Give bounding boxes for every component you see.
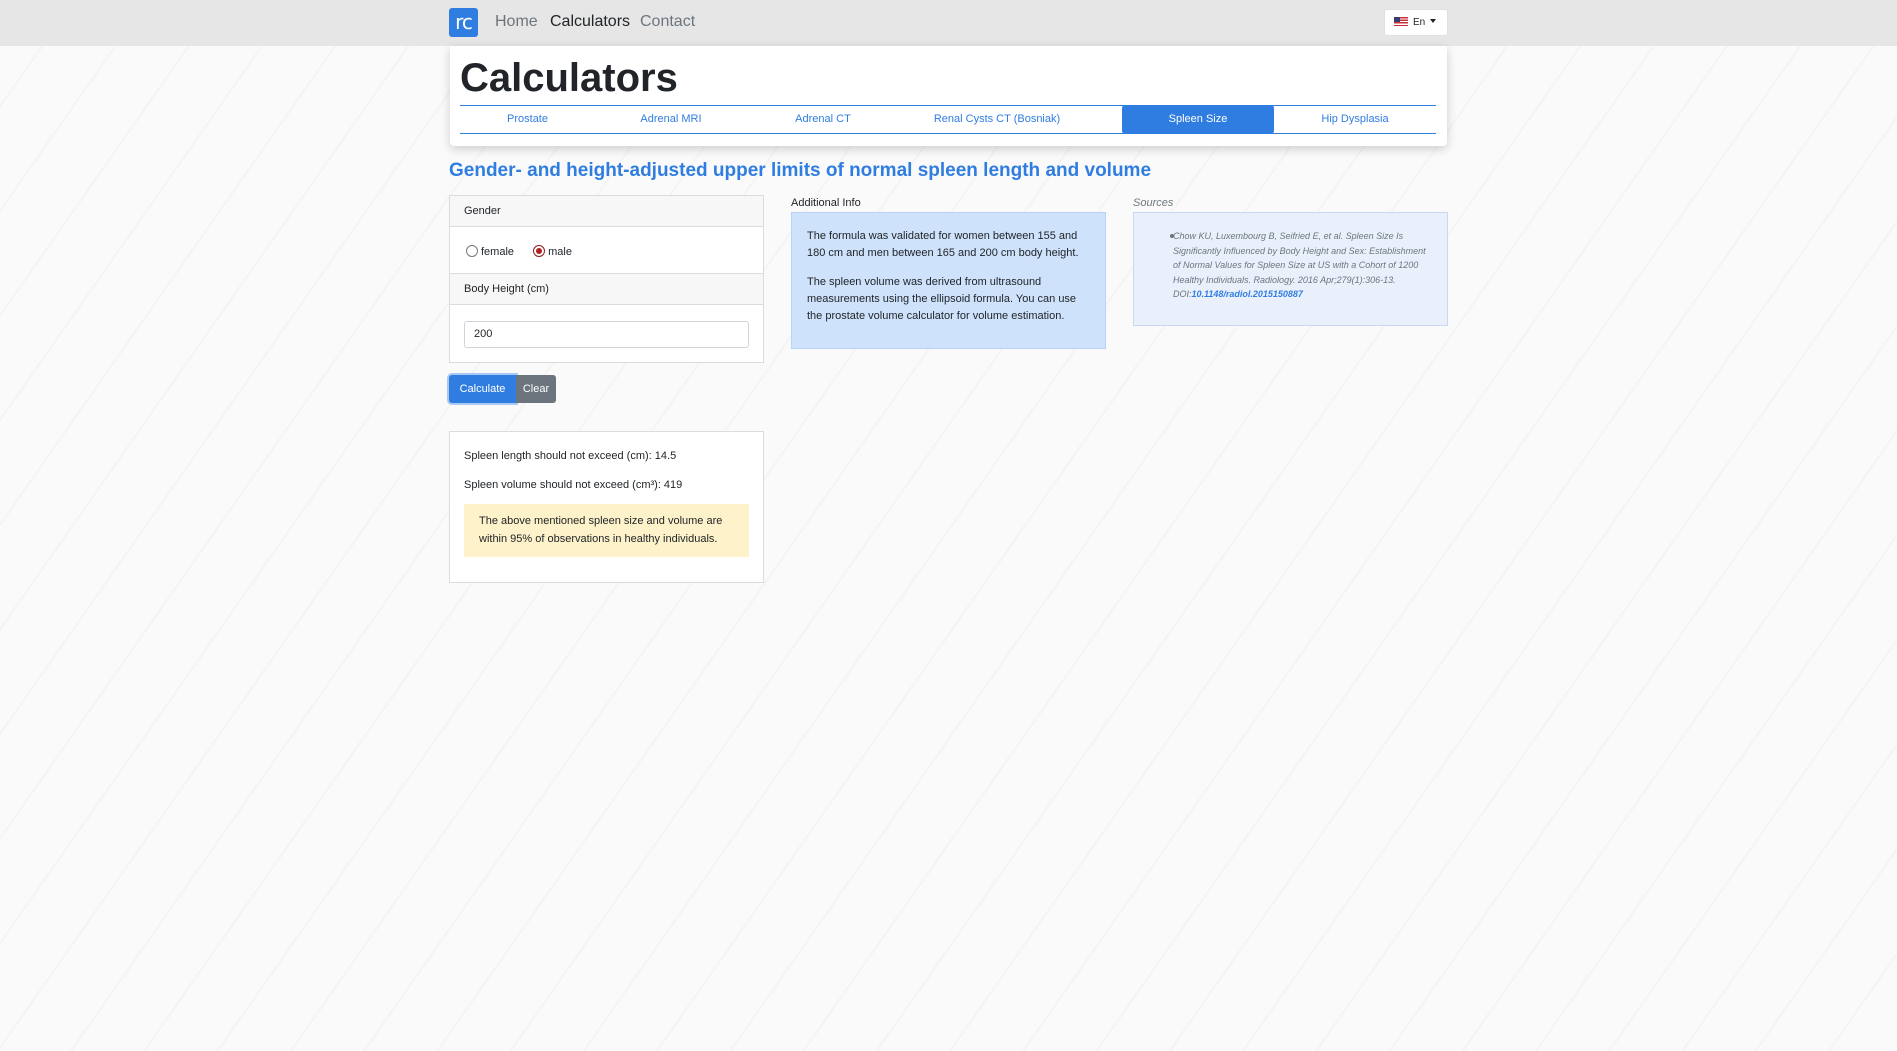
height-input[interactable]: 200 bbox=[464, 321, 749, 348]
sources-box: Chow KU, Luxembourg B, Seifried E, et al… bbox=[1133, 212, 1448, 326]
language-label: En bbox=[1413, 17, 1426, 28]
tab-adrenal-mri[interactable]: Adrenal MRI bbox=[595, 106, 747, 133]
clear-button[interactable]: Clear bbox=[516, 375, 556, 403]
gender-options: female male bbox=[450, 227, 763, 274]
nav-contact[interactable]: Contact bbox=[640, 12, 695, 32]
male-radio[interactable] bbox=[533, 245, 546, 257]
doi-link[interactable]: 10.1148/radiol.2015150887 bbox=[1192, 289, 1303, 299]
tab-hip-dysplasia[interactable]: Hip Dysplasia bbox=[1274, 106, 1436, 133]
calculator-heading: Gender- and height-adjusted upper limits… bbox=[449, 160, 1152, 181]
male-label[interactable]: male bbox=[548, 246, 572, 258]
volume-result: Spleen volume should not exceed (cm³): 4… bbox=[464, 479, 683, 491]
language-dropdown[interactable]: En bbox=[1384, 9, 1448, 36]
result-panel: Spleen length should not exceed (cm): 14… bbox=[449, 431, 764, 583]
tab-prostate[interactable]: Prostate bbox=[460, 106, 595, 133]
gender-panel: Gender female male bbox=[449, 195, 764, 274]
header-card: Calculators Prostate Adrenal MRI Adrenal… bbox=[450, 46, 1447, 146]
tab-renal-cysts[interactable]: Renal Cysts CT (Bosniak) bbox=[899, 106, 1095, 133]
gender-label: Gender bbox=[450, 196, 763, 227]
additional-info-box: The formula was validated for women betw… bbox=[791, 212, 1106, 349]
result-note: The above mentioned spleen size and volu… bbox=[464, 504, 749, 557]
sources-label: Sources bbox=[1133, 197, 1174, 209]
female-radio[interactable] bbox=[466, 245, 478, 257]
us-flag-icon bbox=[1394, 17, 1408, 26]
list-bullet-icon bbox=[1170, 234, 1174, 238]
female-label[interactable]: female bbox=[481, 246, 514, 258]
site-logo[interactable]: rc bbox=[449, 8, 478, 37]
info-paragraph-2: The spleen volume was derived from ultra… bbox=[807, 276, 1077, 322]
tab-spleen-size[interactable]: Spleen Size bbox=[1122, 105, 1274, 134]
info-paragraph-1: The formula was validated for women betw… bbox=[807, 230, 1079, 259]
page-title: Calculators bbox=[460, 56, 678, 100]
calculator-tabs: Prostate Adrenal MRI Adrenal CT Renal Cy… bbox=[460, 105, 1436, 134]
height-panel: Body Height (cm) 200 bbox=[449, 273, 764, 363]
height-label: Body Height (cm) bbox=[450, 274, 763, 305]
top-navbar: rc Home Calculators Contact En bbox=[0, 0, 1897, 46]
calculate-button[interactable]: Calculate bbox=[449, 375, 516, 403]
additional-info-label: Additional Info bbox=[791, 197, 861, 209]
nav-home[interactable]: Home bbox=[495, 12, 538, 32]
length-result: Spleen length should not exceed (cm): 14… bbox=[464, 450, 677, 462]
caret-down-icon bbox=[1430, 19, 1437, 23]
nav-calculators[interactable]: Calculators bbox=[550, 12, 630, 32]
tab-adrenal-ct[interactable]: Adrenal CT bbox=[747, 106, 899, 133]
